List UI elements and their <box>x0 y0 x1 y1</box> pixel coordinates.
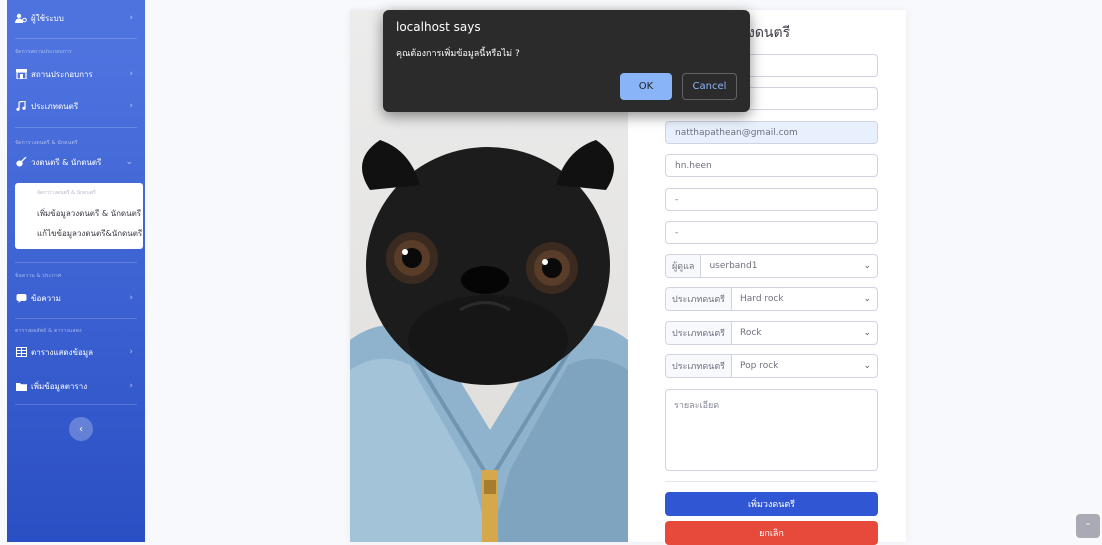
manager-select-value[interactable]: userband1 ⌄ <box>700 254 878 278</box>
collapse-item-add-band[interactable]: เพิ่มข้อมูลวงดนตรี & นักดนตรี <box>37 207 141 220</box>
sidebar-item-label: เพิ่มข้อมูลตาราง <box>31 381 88 391</box>
chevron-down-icon: ⌄ <box>863 328 871 338</box>
table-icon <box>15 347 27 357</box>
sidebar-item-label: วงดนตรี & นักดนตรี <box>31 157 102 167</box>
sidebar-divider <box>15 262 137 263</box>
chevron-right-icon: › <box>129 13 133 23</box>
social-field[interactable]: - <box>665 221 878 244</box>
sidebar-item-label: ผู้ใช้ระบบ <box>31 13 64 23</box>
sidebar-heading-venues: จัดการสถานประกอบการ <box>15 49 72 55</box>
sidebar-item-venues[interactable]: สถานประกอบการ › <box>7 60 145 88</box>
sidebar-heading-bands: จัดการวงดนตรี & นักดนตรี <box>15 140 78 146</box>
chevron-down-icon: ⌄ <box>863 361 871 371</box>
genre-select-1[interactable]: ประเภทดนตรี Hard rock ⌄ <box>665 287 878 311</box>
bands-collapse-menu: จัดการวงดนตรี & นักดนตรี เพิ่มข้อมูลวงดน… <box>15 183 143 249</box>
chevron-up-icon: ⌃ <box>1084 521 1092 531</box>
dialog-cancel-button[interactable]: Cancel <box>682 73 737 100</box>
dialog-ok-button[interactable]: OK <box>620 73 672 100</box>
guitar-icon <box>15 157 27 167</box>
form-title: งดนตรี <box>748 25 791 41</box>
sidebar-item-label: ตารางแสดงข้อมูล <box>31 347 93 357</box>
manager-select[interactable]: ผู้ดูแล userband1 ⌄ <box>665 254 878 278</box>
sidebar-divider <box>15 404 137 405</box>
genre-select-2[interactable]: ประเภทดนตรี Rock ⌄ <box>665 321 878 345</box>
email-field[interactable]: natthapathean@gmail.com <box>665 121 878 144</box>
scroll-to-top-button[interactable]: ⌃ <box>1076 514 1100 538</box>
genre-select-value[interactable]: Rock ⌄ <box>731 321 878 345</box>
sidebar-item-messages[interactable]: ข้อความ › <box>7 284 145 312</box>
sidebar-divider <box>15 318 137 319</box>
collapse-item-edit-band[interactable]: แก้ไขข้อมูลวงดนตรี&นักดนตรี <box>37 227 142 240</box>
message-icon <box>15 293 27 303</box>
genre-label: ประเภทดนตรี <box>665 354 731 378</box>
dialog-message: คุณต้องการเพิ่มข้อมูลนี้หรือไม่ ? <box>396 49 520 59</box>
username-field[interactable]: hn.heen <box>665 154 878 177</box>
sidebar-item-table-add[interactable]: เพิ่มข้อมูลตาราง › <box>7 372 145 400</box>
genre-select-value[interactable]: Pop rock ⌄ <box>731 354 878 378</box>
folder-icon <box>15 381 27 391</box>
sidebar-item-bands[interactable]: วงดนตรี & นักดนตรี ⌄ <box>7 148 145 176</box>
sidebar-item-music-types[interactable]: ประเภทดนตรี › <box>7 92 145 120</box>
sidebar: ผู้ใช้ระบบ › จัดการสถานประกอบการ สถานประ… <box>7 0 145 542</box>
chevron-down-icon: ⌄ <box>863 261 871 271</box>
form-divider <box>665 481 878 482</box>
manager-label: ผู้ดูแล <box>665 254 701 278</box>
sidebar-divider <box>15 38 137 39</box>
chevron-right-icon: › <box>129 69 133 79</box>
chevron-right-icon: › <box>129 347 133 357</box>
add-band-button[interactable]: เพิ่มวงดนตรี <box>665 492 878 516</box>
user-cog-icon <box>15 13 27 23</box>
store-icon <box>15 69 27 79</box>
genre-label: ประเภทดนตรี <box>665 321 731 345</box>
chevron-right-icon: › <box>129 381 133 391</box>
cancel-button[interactable]: ยกเลิก <box>665 521 878 545</box>
sidebar-heading-messages: ข้อความ & ประกาศ <box>15 273 62 279</box>
phone-field[interactable]: - <box>665 188 878 211</box>
sidebar-item-label: ข้อความ <box>31 293 61 303</box>
collapse-header: จัดการวงดนตรี & นักดนตรี <box>37 190 96 196</box>
details-textarea[interactable]: รายละเอียด <box>665 389 878 471</box>
chevron-down-icon: ⌄ <box>863 294 871 304</box>
chevron-down-icon: ⌄ <box>125 157 133 167</box>
music-note-icon <box>15 101 27 111</box>
sidebar-heading-tables: ตารางผลลัพธ์ & ตารางแสดง <box>15 328 82 334</box>
sidebar-item-users[interactable]: ผู้ใช้ระบบ › <box>7 4 145 32</box>
dialog-title: localhost says <box>396 20 481 34</box>
sidebar-toggle-button[interactable]: ‹ <box>69 417 93 441</box>
genre-label: ประเภทดนตรี <box>665 287 731 311</box>
genre-select-3[interactable]: ประเภทดนตรี Pop rock ⌄ <box>665 354 878 378</box>
sidebar-item-label: ประเภทดนตรี <box>31 101 79 111</box>
sidebar-divider <box>15 127 137 128</box>
sidebar-item-label: สถานประกอบการ <box>31 69 93 79</box>
chevron-right-icon: › <box>129 293 133 303</box>
sidebar-item-table-view[interactable]: ตารางแสดงข้อมูล › <box>7 338 145 366</box>
genre-select-value[interactable]: Hard rock ⌄ <box>731 287 878 311</box>
chevron-right-icon: › <box>129 101 133 111</box>
